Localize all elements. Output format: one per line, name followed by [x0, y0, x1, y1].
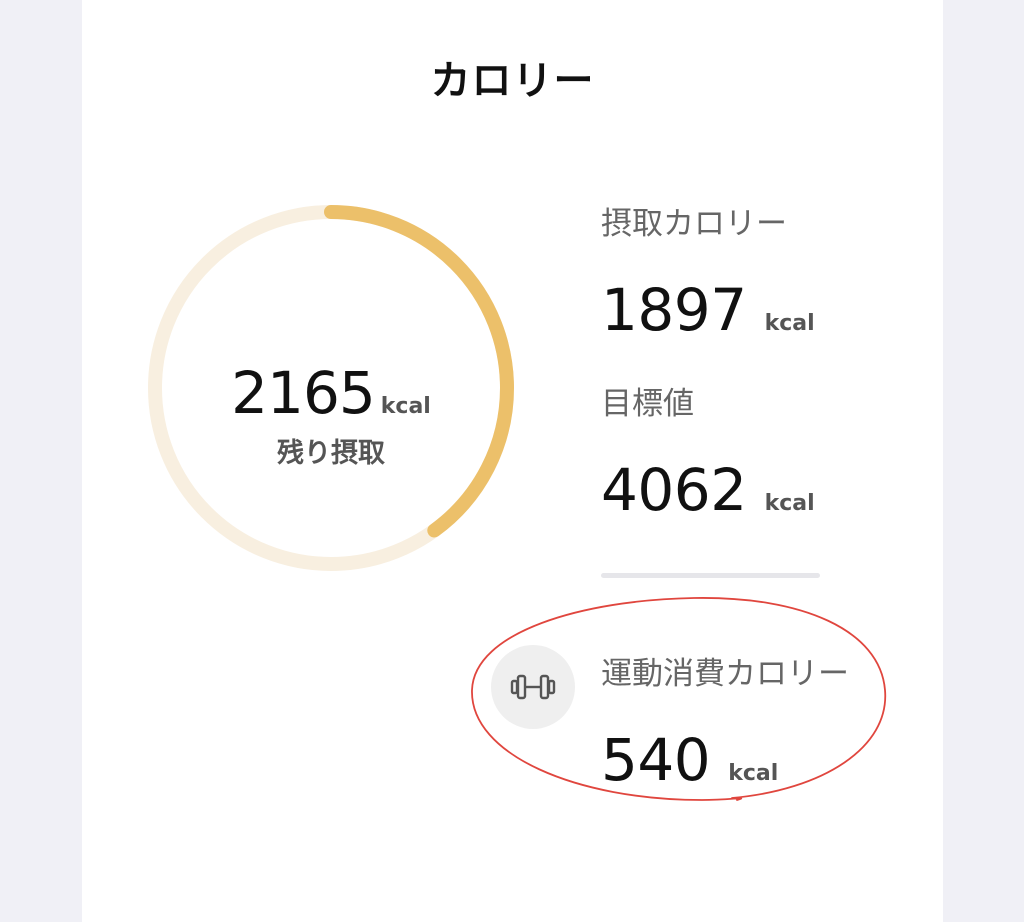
exercise-value-row: 540 kcal	[601, 726, 778, 794]
goal-value-row: 4062 kcal	[601, 456, 815, 524]
exercise-value: 540	[601, 726, 711, 794]
goal-value: 4062	[601, 456, 747, 524]
intake-label: 摂取カロリー	[601, 206, 787, 242]
intake-value-row: 1897 kcal	[601, 276, 815, 344]
page-title: カロリー	[430, 58, 595, 104]
goal-unit: kcal	[764, 491, 815, 516]
ring-center: 2165 kcal 残り摂取	[144, 201, 518, 575]
divider	[601, 573, 820, 578]
exercise-unit: kcal	[728, 761, 779, 786]
dumbbell-icon	[510, 674, 556, 700]
remaining-calories-value: 2165	[231, 359, 376, 427]
remaining-calories-ring: 2165 kcal 残り摂取	[144, 201, 518, 575]
intake-unit: kcal	[764, 311, 815, 336]
calorie-card: カロリー 2165 kcal 残り摂取 摂取カロリー 1897 kcal 目標値 4…	[82, 0, 943, 922]
goal-label: 目標値	[601, 386, 694, 422]
exercise-label: 運動消費カロリー	[601, 656, 849, 692]
remaining-calories-label: 残り摂取	[277, 438, 385, 469]
exercise-icon-circle	[491, 645, 575, 729]
remaining-calories-unit: kcal	[380, 394, 431, 419]
ring-value-row: 2165 kcal	[144, 359, 518, 427]
intake-value: 1897	[601, 276, 747, 344]
